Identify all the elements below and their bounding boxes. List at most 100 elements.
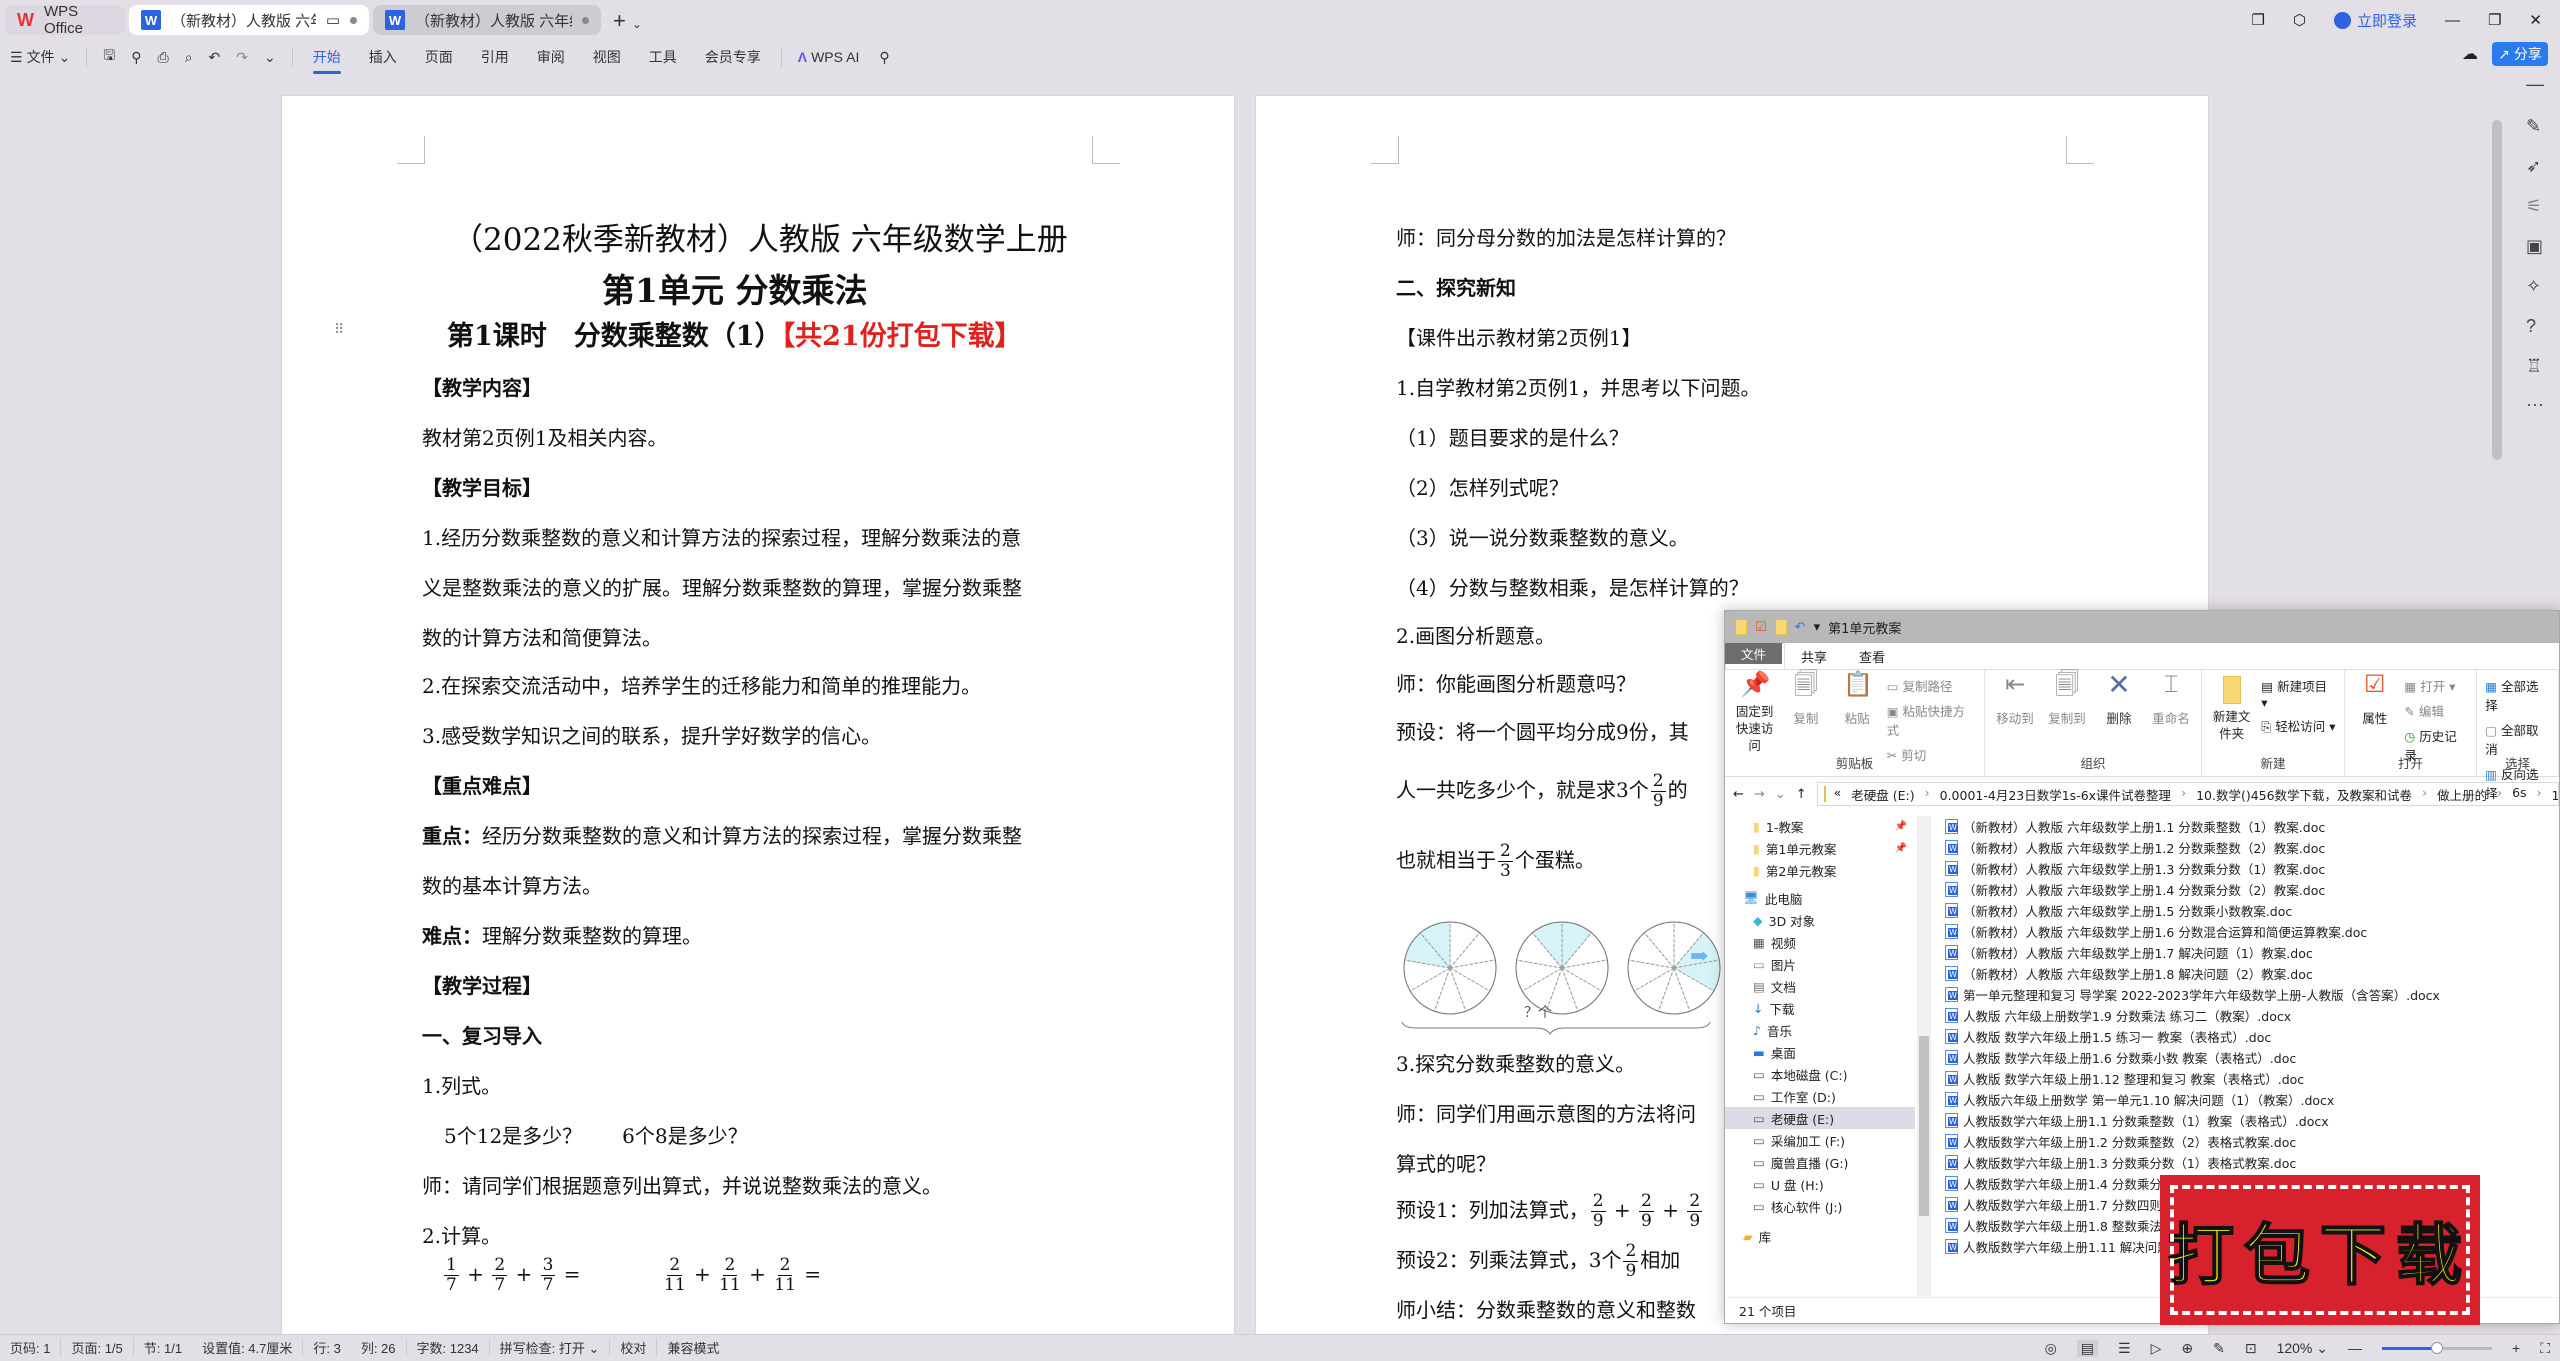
- restore-button[interactable]: ❐: [2488, 11, 2501, 29]
- nav-scrollbar-thumb[interactable]: [1919, 1036, 1929, 1216]
- window-layout-icon[interactable]: ❐: [2251, 11, 2264, 29]
- spell-check-toggle[interactable]: 拼写检查: 打开 ⌄: [490, 1338, 611, 1357]
- edit-button[interactable]: ✎ 编辑: [2404, 701, 2468, 720]
- file-item[interactable]: 人教版 六年级上册数学1.9 分数乘法 练习二（教案）.docx: [1945, 1005, 2291, 1026]
- file-item[interactable]: （新教材）人教版 六年级数学上册1.8 解决问题（2）教案.doc: [1945, 963, 2313, 984]
- menu-tab-4[interactable]: 审阅: [523, 47, 579, 67]
- download-stamp-overlay[interactable]: 打包下载: [2160, 1175, 2480, 1325]
- theme-shirt-icon[interactable]: ♖: [2526, 356, 2542, 377]
- undo-icon[interactable]: ↶: [209, 49, 221, 66]
- cloud-upload-icon[interactable]: ☁: [2462, 44, 2478, 64]
- breadcrumb-item[interactable]: 6s: [2512, 785, 2526, 804]
- new-folder-button[interactable]: 新建文件夹: [2210, 676, 2253, 754]
- nav-item[interactable]: ↓ 下载: [1725, 997, 1915, 1019]
- zoom-slider[interactable]: [2382, 1341, 2492, 1354]
- minimize-button[interactable]: —: [2445, 12, 2460, 29]
- nav-item[interactable]: ▮ 第1单元教案 📌: [1725, 837, 1915, 859]
- file-item[interactable]: 人教版数学六年级上册1.1 分数乘整数（1）教案（表格式）.docx: [1945, 1110, 2329, 1131]
- pin-icon[interactable]: 📌: [1895, 843, 1907, 854]
- pin-quick-access-button[interactable]: 📌 固定到快速访问: [1733, 672, 1776, 754]
- explorer-tab-share[interactable]: 共享: [1785, 643, 1843, 669]
- document-page-1[interactable]: （2022秋季新教材）人教版 六年级数学上册 第1单元 分数乘法 ⠿ 第1课时 …: [282, 96, 1234, 1336]
- file-item[interactable]: 人教版数学六年级上册1.2 分数乘整数（2）表格式教案.doc: [1945, 1131, 2296, 1152]
- play-icon[interactable]: ▷: [2151, 1340, 2162, 1357]
- select-all-button[interactable]: ▦ 全部选择: [2485, 676, 2550, 714]
- file-item[interactable]: 第一单元整理和复习 导学案 2022-2023学年六年级数学上册-人教版（含答案…: [1945, 984, 2440, 1005]
- nav-item[interactable]: ▬ 桌面: [1725, 1041, 1915, 1063]
- wps-ai-button[interactable]: Λ WPS AI: [788, 49, 870, 65]
- recent-dropdown-icon[interactable]: ⌄: [1775, 787, 1786, 802]
- outline-view-icon[interactable]: ☰: [2118, 1340, 2131, 1357]
- chevron-down-icon[interactable]: ⌄: [264, 49, 276, 66]
- menu-tab-5[interactable]: 视图: [579, 47, 635, 67]
- cursor-select-icon[interactable]: ➶: [2526, 156, 2541, 177]
- tab-document-active[interactable]: W （新教材）人教版 六年级数学上册1.1 分数乘整数（1）教案 ▭: [129, 5, 369, 35]
- menu-tab-0[interactable]: 开始: [299, 47, 355, 74]
- search-icon[interactable]: ⚲: [869, 49, 899, 66]
- file-item[interactable]: （新教材）人教版 六年级数学上册1.1 分数乘整数（1）教案.doc: [1945, 816, 2325, 837]
- page-view-icon[interactable]: ▤: [2076, 1339, 2099, 1357]
- page-count[interactable]: 页面: 1/5: [61, 1338, 134, 1357]
- new-item-button[interactable]: ▤ 新建项目 ▾: [2261, 676, 2336, 710]
- file-item[interactable]: 人教版 数学六年级上册1.6 分数乘小数 教案（表格式）.doc: [1945, 1047, 2296, 1068]
- file-item[interactable]: （新教材）人教版 六年级数学上册1.2 分数乘整数（2）教案.doc: [1945, 837, 2325, 858]
- file-item[interactable]: （新教材）人教版 六年级数学上册1.7 解决问题（1）教案.doc: [1945, 942, 2313, 963]
- more-icon[interactable]: ···: [2526, 394, 2544, 415]
- nav-item[interactable]: ▭ 工作室 (D:): [1725, 1085, 1915, 1107]
- breadcrumb-item[interactable]: 10.数学()456数学下载，及教案和试卷: [2196, 785, 2412, 804]
- open-button[interactable]: ▦ 打开 ▾: [2404, 676, 2468, 695]
- back-arrow-icon[interactable]: ←: [1733, 787, 1744, 802]
- explorer-tab-file[interactable]: 文件: [1725, 643, 1783, 664]
- fullscreen-icon[interactable]: ⛶: [2540, 1340, 2550, 1357]
- web-view-icon[interactable]: ⊕: [2181, 1340, 2193, 1357]
- address-bar[interactable]: « 老硬盘 (E:) › 0.0001-4月23日数学1s-6x课件试卷整理 › 10.数…: [1816, 782, 2559, 806]
- new-folder-quick-icon[interactable]: [1774, 619, 1787, 635]
- nav-item[interactable]: ▭ 核心软件 (J:): [1725, 1195, 1915, 1217]
- pen-icon[interactable]: ✎: [2526, 116, 2541, 137]
- nav-item[interactable]: 🖥 此电脑: [1725, 887, 1915, 909]
- nav-item[interactable]: ♪ 音乐: [1725, 1019, 1915, 1041]
- nav-item[interactable]: ▭ 图片: [1725, 953, 1915, 975]
- undo-icon[interactable]: ↶: [1795, 620, 1806, 635]
- nav-item[interactable]: ▮ 1-教案 📌: [1725, 815, 1915, 837]
- rename-button[interactable]: ⌶ 重命名: [2149, 672, 2193, 754]
- nav-item[interactable]: ▦ 视频: [1725, 931, 1915, 953]
- print-icon[interactable]: ⎙: [158, 49, 169, 66]
- file-item[interactable]: 人教版数学六年级上册1.3 分数乘分数（1）表格式教案.doc: [1945, 1152, 2296, 1173]
- breadcrumb-item[interactable]: «: [1834, 785, 1842, 804]
- menu-tab-3[interactable]: 引用: [467, 47, 523, 67]
- pin-icon[interactable]: 📌: [1895, 821, 1907, 832]
- paste-shortcut-button[interactable]: ▣ 粘贴快捷方式: [1887, 701, 1976, 739]
- forward-arrow-icon[interactable]: →: [1754, 787, 1765, 802]
- quick-access-dropdown-icon[interactable]: ▾: [1814, 620, 1821, 635]
- print-preview-icon[interactable]: ⌕: [185, 49, 193, 66]
- nav-item[interactable]: ▭ U 盘 (H:): [1725, 1173, 1915, 1195]
- file-item[interactable]: （新教材）人教版 六年级数学上册1.6 分数混合运算和简便运算教案.doc: [1945, 921, 2367, 942]
- drag-handle-icon[interactable]: ⠿: [334, 322, 344, 338]
- move-to-button[interactable]: ⇤ 移动到: [1993, 672, 2037, 754]
- copy-button[interactable]: 🗐 复制: [1784, 672, 1827, 754]
- tab-wps-home[interactable]: W WPS Office: [5, 3, 125, 37]
- menu-tab-7[interactable]: 会员专享: [691, 47, 775, 67]
- breadcrumb-item[interactable]: 老硬盘 (E:): [1851, 785, 1914, 804]
- pen-mode-icon[interactable]: ✎: [2213, 1340, 2225, 1357]
- tab-document[interactable]: W （新教材）人教版 六年级数学上册: [373, 5, 601, 35]
- nav-item[interactable]: ◆ 3D 对象: [1725, 909, 1915, 931]
- file-menu-button[interactable]: ☰ 文件 ⌄: [0, 47, 80, 67]
- redo-icon[interactable]: ↷: [236, 49, 248, 66]
- zoom-level[interactable]: 120% ⌄: [2277, 1340, 2328, 1357]
- share-button[interactable]: ↗ 分享: [2492, 42, 2548, 66]
- breadcrumb-item[interactable]: 1-教: [2552, 785, 2558, 804]
- menu-tab-1[interactable]: 插入: [355, 47, 411, 67]
- magic-wand-icon[interactable]: ✧: [2526, 276, 2541, 297]
- proofread-button[interactable]: 校对: [610, 1338, 658, 1357]
- login-button[interactable]: 立即登录: [2333, 10, 2417, 31]
- new-tab-button[interactable]: + ⌄: [613, 8, 642, 34]
- nav-item[interactable]: ▭ 魔兽直播 (G:): [1725, 1151, 1915, 1173]
- file-item[interactable]: （新教材）人教版 六年级数学上册1.5 分数乘小数教案.doc: [1945, 900, 2292, 921]
- adjust-sliders-icon[interactable]: ⚟: [2526, 196, 2542, 217]
- nav-item[interactable]: ▤ 文档: [1725, 975, 1915, 997]
- file-item[interactable]: 人教版 数学六年级上册1.12 整理和复习 教案（表格式）.doc: [1945, 1068, 2304, 1089]
- nav-item[interactable]: ▭ 本地磁盘 (C:): [1725, 1063, 1915, 1085]
- close-button[interactable]: ✕: [2529, 11, 2542, 29]
